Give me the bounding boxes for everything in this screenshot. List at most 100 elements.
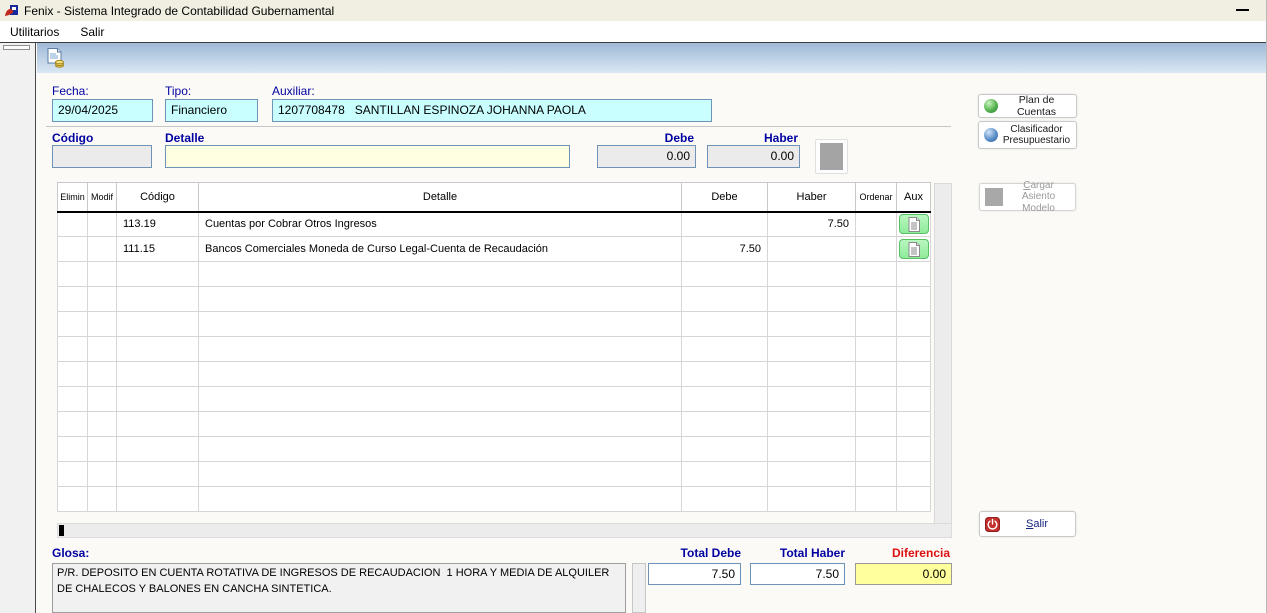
tipo-input[interactable]: Financiero	[165, 99, 258, 122]
cell-aux	[897, 237, 931, 262]
plan-de-cuentas-label: Plan de Cuentas	[1002, 94, 1071, 118]
cargar-asiento-modelo-button[interactable]: Cargar Asiento Modelo	[979, 183, 1076, 211]
cell-elimin	[58, 237, 88, 262]
col-header-detalle: Detalle	[199, 183, 682, 212]
glosa-label: Glosa:	[52, 546, 89, 560]
vertical-scrollbar[interactable]	[934, 183, 952, 524]
cell-ordenar	[856, 387, 897, 412]
cell-aux	[897, 337, 931, 362]
cell-haber	[768, 262, 856, 287]
cell-elimin	[58, 412, 88, 437]
plan-de-cuentas-button[interactable]: Plan de Cuentas	[978, 94, 1077, 118]
detalle-input[interactable]	[165, 145, 570, 168]
cell-elimin	[58, 312, 88, 337]
cell-modif	[88, 412, 117, 437]
left-splitter-panel	[0, 43, 36, 613]
cell-codigo	[117, 312, 199, 337]
cell-aux	[897, 462, 931, 487]
clasificador-label: Clasificador Presupuestario	[1002, 124, 1071, 147]
cell-codigo	[117, 412, 199, 437]
cell-aux	[897, 362, 931, 387]
cell-ordenar	[856, 262, 897, 287]
cell-detalle	[199, 437, 682, 462]
cell-aux	[897, 287, 931, 312]
haber-label: Haber	[707, 131, 798, 145]
cell-debe	[682, 262, 768, 287]
cell-codigo: 111.15	[117, 237, 199, 262]
empty-row	[58, 487, 931, 512]
new-entry-button[interactable]	[45, 47, 67, 69]
total-haber-field: 7.50	[750, 563, 845, 585]
entry-row[interactable]: 113.19Cuentas por Cobrar Otros Ingresos7…	[58, 212, 931, 237]
splitter-handle[interactable]	[3, 45, 30, 50]
fecha-input[interactable]: 29/04/2025	[52, 99, 153, 122]
cell-aux	[897, 437, 931, 462]
entries-table: Elimin Modif Código Detalle Debe Haber O…	[57, 182, 931, 512]
aux-button[interactable]	[899, 214, 929, 234]
cell-codigo	[117, 362, 199, 387]
cell-detalle	[199, 387, 682, 412]
grid-header-row: Elimin Modif Código Detalle Debe Haber O…	[58, 183, 931, 212]
cell-aux	[897, 412, 931, 437]
cell-ordenar	[856, 437, 897, 462]
cell-detalle	[199, 462, 682, 487]
cell-aux	[897, 487, 931, 512]
cell-haber	[768, 287, 856, 312]
cell-modif	[88, 362, 117, 387]
auxiliar-input[interactable]: 1207708478 SANTILLAN ESPINOZA JOHANNA PA…	[272, 99, 712, 122]
aux-button[interactable]	[899, 239, 929, 259]
cell-detalle	[199, 287, 682, 312]
codigo-input[interactable]	[52, 145, 152, 168]
cell-haber	[768, 237, 856, 262]
gray-square-icon	[985, 188, 1003, 206]
debe-input[interactable]: 0.00	[597, 145, 696, 168]
col-header-codigo: Código	[117, 183, 199, 212]
cell-debe	[682, 387, 768, 412]
haber-input[interactable]: 0.00	[707, 145, 800, 168]
cell-elimin	[58, 262, 88, 287]
cell-debe	[682, 462, 768, 487]
horizontal-scrollbar[interactable]	[57, 523, 952, 538]
document-note-icon	[908, 217, 920, 232]
codigo-label: Código	[52, 131, 93, 145]
cell-haber	[768, 312, 856, 337]
clasificador-presupuestario-button[interactable]: Clasificador Presupuestario	[978, 121, 1077, 149]
glosa-side-strip	[632, 563, 646, 613]
col-header-debe: Debe	[682, 183, 768, 212]
cell-detalle	[199, 412, 682, 437]
cell-detalle	[199, 362, 682, 387]
cell-codigo	[117, 387, 199, 412]
empty-row	[58, 337, 931, 362]
grid-body: 113.19Cuentas por Cobrar Otros Ingresos7…	[58, 212, 931, 512]
separator-line	[46, 126, 951, 127]
document-note-icon	[908, 242, 920, 257]
cell-haber	[768, 437, 856, 462]
empty-row	[58, 387, 931, 412]
cell-modif	[88, 237, 117, 262]
green-sphere-icon	[984, 99, 998, 113]
glosa-textarea[interactable]: P/R. DEPOSITO EN CUENTA ROTATIVA DE INGR…	[52, 563, 626, 613]
detalle-label: Detalle	[165, 131, 204, 145]
cell-debe: 7.50	[682, 237, 768, 262]
total-haber-label: Total Haber	[732, 546, 845, 560]
menubar: Utilitarios Salir	[0, 21, 1267, 42]
menu-item-salir[interactable]: Salir	[78, 23, 106, 41]
tipo-label: Tipo:	[165, 84, 191, 98]
empty-row	[58, 362, 931, 387]
entry-row[interactable]: 111.15Bancos Comerciales Moneda de Curso…	[58, 237, 931, 262]
lookup-button[interactable]	[815, 139, 848, 174]
cell-debe	[682, 212, 768, 237]
cell-debe	[682, 312, 768, 337]
cargar-asiento-label: Cargar Asiento Modelo	[1007, 180, 1070, 215]
horizontal-scrollbar-thumb[interactable]	[59, 525, 64, 536]
empty-row	[58, 312, 931, 337]
cell-ordenar	[856, 362, 897, 387]
salir-button[interactable]: Salir	[979, 511, 1076, 537]
cell-ordenar	[856, 212, 897, 237]
cell-modif	[88, 262, 117, 287]
cell-codigo	[117, 262, 199, 287]
menu-item-utilitarios[interactable]: Utilitarios	[8, 23, 61, 41]
power-icon	[985, 517, 1000, 532]
minimize-button[interactable]	[1236, 9, 1249, 11]
cell-debe	[682, 437, 768, 462]
